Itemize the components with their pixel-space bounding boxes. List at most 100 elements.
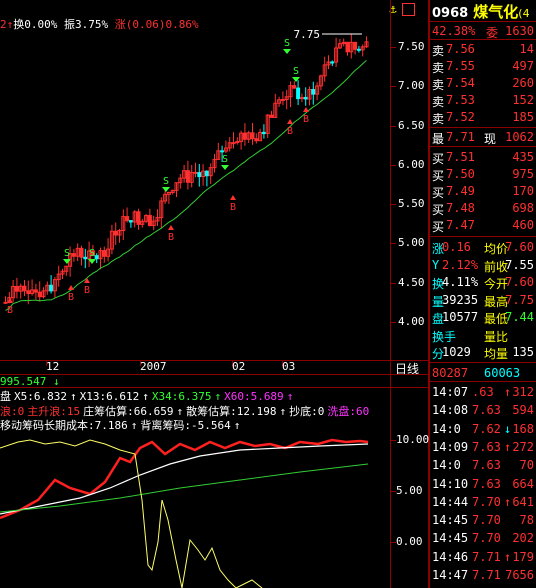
stat-value: 2.12% — [442, 257, 479, 272]
x-label: 2007 — [140, 360, 167, 373]
tick-row[interactable]: 14:07.63 ↑ 312 — [432, 385, 536, 400]
candle-body — [147, 215, 152, 227]
quote-sep-6 — [430, 381, 536, 382]
candle-body — [49, 284, 54, 292]
indicator-item: X5:6.832 — [14, 390, 67, 403]
weibi-value: 42.38% — [432, 24, 476, 38]
price-tick — [390, 282, 396, 284]
bid-row[interactable]: 买 7.49 170 — [432, 184, 536, 200]
tick-row[interactable]: 14:45 7.70 202 — [432, 531, 536, 546]
tick-row[interactable]: 14:44 7.70 ↑ 641 — [432, 495, 536, 510]
tick-row[interactable]: 14:46 7.71 ↑ 179 — [432, 550, 536, 565]
bid-row-price: 7.48 — [446, 201, 475, 215]
quote-sep-5 — [430, 362, 536, 363]
indicator-item: 抄底:0 — [289, 405, 325, 418]
tick-volume: 70 — [519, 458, 534, 473]
bid-row-label: 买 — [432, 152, 445, 166]
candle-body — [330, 61, 335, 64]
price-label: 4.00 — [398, 315, 425, 328]
stock-code: 0968 — [432, 6, 469, 21]
tick-row[interactable]: 14:09 7.63 ↑ 272 — [432, 440, 536, 455]
weicha-value: 1630 — [505, 24, 534, 38]
tick-time: 14:45 — [432, 513, 469, 528]
tick-row[interactable]: 14:47 7.71 7656 — [432, 568, 536, 583]
stat-row: 分 1029 均量 135 — [432, 345, 536, 361]
candle-body — [254, 138, 259, 142]
tick-row[interactable]: 14:0 7.63 70 — [432, 458, 536, 473]
ask-row[interactable]: 卖 7.53 152 — [432, 93, 536, 109]
tick-row[interactable]: 14:45 7.70 78 — [432, 513, 536, 528]
quote-header: 0968 煤气化(4 — [432, 1, 536, 21]
x-label: 02 — [232, 360, 246, 373]
candle-body — [193, 171, 198, 174]
bid-row-volume: 435 — [512, 150, 534, 164]
buy-arrow-icon — [303, 107, 309, 112]
tick-volume: 272 — [512, 439, 534, 454]
candle-body — [296, 87, 301, 100]
candle-chart[interactable]: S SSSSSBBBBBBB 7.75 — [0, 0, 430, 360]
quote-sep-1 — [430, 39, 536, 40]
price-label: 6.00 — [398, 157, 425, 171]
stock-name-suffix: (4 — [518, 7, 530, 20]
tick-volume: 641 — [512, 494, 534, 509]
price-label: 7.50 — [398, 40, 425, 53]
ask-row[interactable]: 卖 7.55 497 — [432, 59, 536, 75]
index-row[interactable]: 80287 60063 — [432, 366, 536, 381]
bid-row[interactable]: 买 7.47 460 — [432, 218, 536, 234]
ask-row-price: 7.55 — [446, 59, 475, 73]
ask-row[interactable]: 卖 7.56 14 — [432, 42, 536, 58]
price-tick — [390, 322, 396, 323]
sell-arrow-icon — [292, 77, 300, 82]
candle-body — [102, 250, 107, 257]
up-arrow-icon: ↑ — [279, 405, 287, 418]
indicator-green-line — [0, 463, 369, 513]
up-arrow-icon: ↑ — [69, 390, 77, 403]
last-price: 7.71 — [446, 130, 475, 144]
buy-marker: B — [7, 305, 13, 316]
tick-time: 14:09 — [432, 439, 469, 454]
tick-price: 7.63 — [472, 458, 501, 473]
tick-price: 7.63 — [472, 476, 501, 491]
bid-row-price: 7.47 — [446, 218, 475, 232]
price-tick — [390, 125, 396, 127]
bid-row[interactable]: 买 7.50 975 — [432, 167, 536, 183]
tick-price: 7.63 — [472, 439, 501, 454]
bid-row-price: 7.51 — [446, 150, 475, 164]
price-tick — [390, 204, 396, 206]
candle-body — [37, 291, 42, 298]
stat-value: 39235 — [442, 292, 479, 307]
ask-row-volume: 260 — [512, 76, 534, 90]
ask-row[interactable]: 卖 7.52 185 — [432, 110, 536, 126]
candles-group — [3, 33, 369, 305]
bid-row-price: 7.49 — [446, 184, 475, 198]
price-label: 5.00 — [398, 236, 425, 250]
indicator-chart[interactable] — [0, 430, 392, 588]
candle-body — [280, 98, 285, 101]
buy-arrow-icon — [84, 278, 90, 283]
indicator-label: 10.00 — [396, 433, 430, 446]
now-value: 1062 — [505, 130, 534, 144]
stat-row: 换手 量比 — [432, 328, 536, 344]
tick-flag-icon: ↓ — [504, 421, 512, 436]
bid-row[interactable]: 买 7.48 698 — [432, 201, 536, 217]
ask-row-label: 卖 — [432, 95, 445, 109]
ask-row[interactable]: 卖 7.54 260 — [432, 76, 536, 92]
tick-price: 7.71 — [472, 549, 501, 564]
candle-body — [128, 220, 133, 223]
candle-body — [3, 301, 8, 304]
ask-row-volume: 497 — [512, 59, 534, 73]
tick-flag-icon: ↑ — [504, 549, 512, 564]
tick-time: 14:0 — [432, 421, 461, 436]
tick-row[interactable]: 14:10 7.63 664 — [432, 477, 536, 492]
ask-row-label: 卖 — [432, 61, 445, 75]
tick-price: 7.70 — [472, 494, 501, 509]
bid-row-label: 买 — [432, 203, 445, 217]
tick-time: 14:0 — [432, 458, 461, 473]
tick-row[interactable]: 14:0 7.62 ↓ 168 — [432, 422, 536, 437]
ask-row-label: 卖 — [432, 44, 445, 58]
ask-row-price: 7.52 — [446, 110, 475, 124]
tick-row[interactable]: 14:08 7.63 594 — [432, 403, 536, 418]
buy-marker: B — [287, 126, 293, 137]
tick-time: 14:46 — [432, 549, 469, 564]
bid-row[interactable]: 买 7.51 435 — [432, 150, 536, 166]
